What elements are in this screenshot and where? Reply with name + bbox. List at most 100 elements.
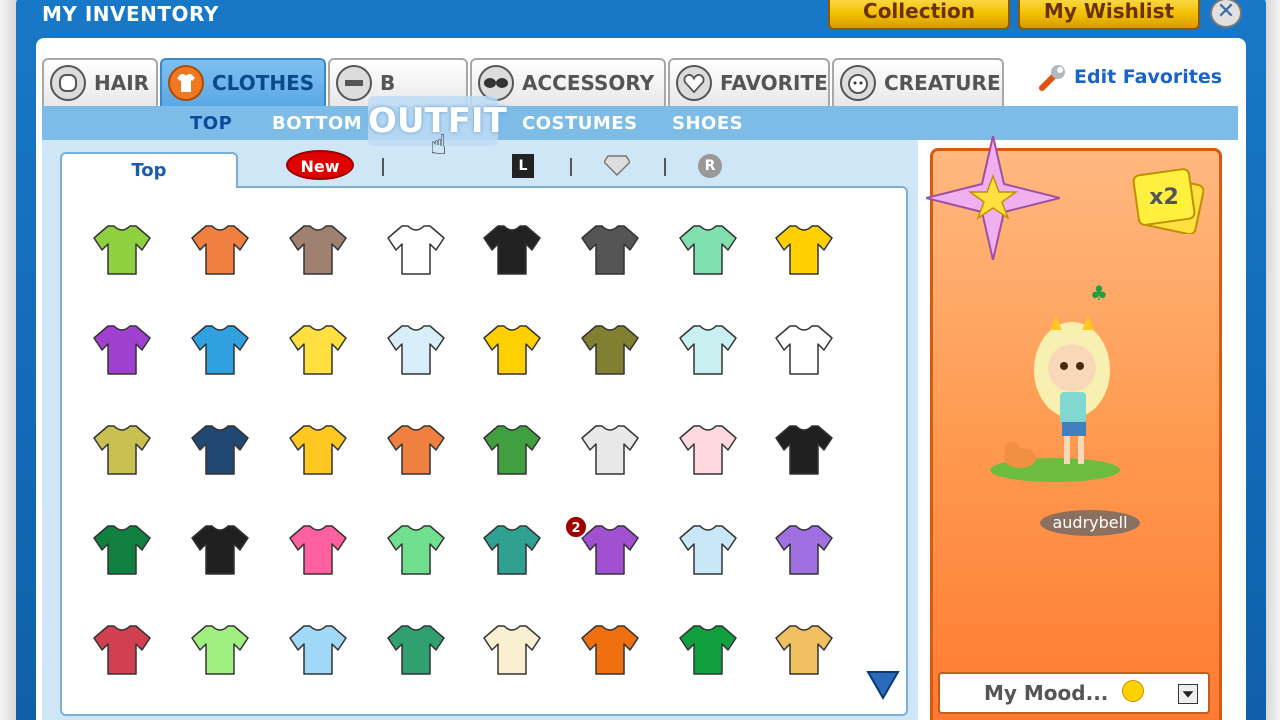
new-filter-badge[interactable]: New (286, 150, 354, 180)
multiplier-badge: x2 (1132, 168, 1205, 236)
clothing-item[interactable] (384, 518, 448, 578)
tab-clothes[interactable]: CLOTHES (160, 58, 326, 106)
shirt-icon (168, 65, 204, 101)
mood-select[interactable]: My Mood... (938, 672, 1210, 714)
wishlist-button[interactable]: My Wishlist (1018, 0, 1200, 30)
clothing-item[interactable] (90, 618, 154, 678)
shirt-icon (483, 525, 541, 575)
clothing-item[interactable] (772, 518, 836, 578)
clothing-item[interactable] (676, 418, 740, 478)
clothing-item[interactable] (676, 218, 740, 278)
clothing-item[interactable] (676, 318, 740, 378)
tab-label: FAVORITE (720, 71, 828, 95)
wrench-icon (1039, 65, 1065, 91)
shirt-icon (775, 625, 833, 675)
shirt-icon (93, 625, 151, 675)
edit-favorites-link[interactable]: Edit Favorites (1038, 62, 1222, 92)
subtab-bottom[interactable]: BOTTOM (272, 113, 362, 134)
shirt-icon (581, 325, 639, 375)
clothing-item[interactable] (90, 218, 154, 278)
shirt-icon (581, 425, 639, 475)
multiplier-label: x2 (1149, 185, 1179, 210)
hand-cursor-icon: ☝ (430, 128, 448, 161)
clothing-item[interactable] (480, 218, 544, 278)
clothing-item[interactable] (578, 218, 642, 278)
clothing-item[interactable] (188, 618, 252, 678)
clothing-item[interactable] (286, 618, 350, 678)
filter-separator (382, 158, 384, 176)
clothing-item[interactable] (480, 418, 544, 478)
shirt-icon (775, 425, 833, 475)
avatar-figure: ♣ (990, 281, 1120, 482)
filter-r[interactable]: R (698, 154, 722, 178)
clothing-item[interactable] (286, 218, 350, 278)
collection-button[interactable]: Collection (828, 0, 1010, 30)
right-frame (1266, 0, 1280, 720)
tab-hair[interactable]: HAIR (42, 58, 158, 106)
clothing-item[interactable] (384, 218, 448, 278)
clothing-item[interactable] (676, 618, 740, 678)
clothing-item[interactable] (384, 318, 448, 378)
smiley-icon (1122, 680, 1144, 702)
clothing-item[interactable] (578, 418, 642, 478)
clothing-item[interactable] (384, 618, 448, 678)
shirt-icon (581, 225, 639, 275)
clothing-item[interactable] (772, 318, 836, 378)
clothing-item[interactable] (188, 218, 252, 278)
clothing-item[interactable] (286, 518, 350, 578)
avatar-name: audrybell (1040, 510, 1140, 536)
clothing-item[interactable] (384, 418, 448, 478)
clothing-item[interactable] (188, 418, 252, 478)
panel-tab-top[interactable]: Top (60, 152, 238, 188)
clothing-item[interactable] (286, 318, 350, 378)
subtab-costumes[interactable]: COSTUMES (522, 113, 638, 134)
clothing-item[interactable] (480, 518, 544, 578)
tab-favorite[interactable]: FAVORITE (668, 58, 830, 106)
shirt-icon (93, 425, 151, 475)
clothing-item[interactable] (286, 418, 350, 478)
dropdown-arrow-icon[interactable] (1178, 684, 1198, 704)
clothing-item[interactable] (578, 618, 642, 678)
clothing-item[interactable] (676, 518, 740, 578)
shirt-icon (581, 625, 639, 675)
clothing-item[interactable] (772, 218, 836, 278)
edit-favorites-label: Edit Favorites (1074, 66, 1223, 88)
diamond-icon[interactable] (604, 154, 630, 176)
filter-l[interactable]: L (512, 154, 534, 178)
body-icon (336, 65, 372, 101)
shirt-icon (191, 325, 249, 375)
clothing-item[interactable] (188, 518, 252, 578)
clothing-item[interactable] (90, 318, 154, 378)
clothing-item[interactable] (772, 418, 836, 478)
shirt-icon (679, 425, 737, 475)
star-badge-icon (926, 136, 1060, 260)
scroll-down-arrow-icon[interactable] (866, 668, 900, 700)
shirt-icon (483, 425, 541, 475)
shirt-icon (387, 525, 445, 575)
quantity-badge: 2 (564, 515, 588, 539)
creature-icon (840, 65, 876, 101)
shirt-icon (289, 225, 347, 275)
clothing-item[interactable] (480, 318, 544, 378)
shirt-icon (289, 525, 347, 575)
shirt-icon (483, 325, 541, 375)
shirt-icon (387, 325, 445, 375)
clothing-item[interactable] (772, 618, 836, 678)
clothing-item[interactable] (90, 418, 154, 478)
shirt-icon (387, 425, 445, 475)
shirt-icon (191, 525, 249, 575)
shirt-icon (679, 225, 737, 275)
clothing-item[interactable] (480, 618, 544, 678)
shirt-icon (679, 525, 737, 575)
subtab-top[interactable]: TOP (190, 113, 232, 134)
left-frame (0, 0, 16, 720)
tab-label: ACCESSORY (522, 71, 655, 95)
clothing-item[interactable] (578, 318, 642, 378)
clothing-item[interactable] (188, 318, 252, 378)
tab-accessory[interactable]: ACCESSORY (470, 58, 666, 106)
tab-creature[interactable]: CREATURE (832, 58, 1004, 106)
shirt-icon (387, 625, 445, 675)
shirt-icon (93, 325, 151, 375)
subtab-shoes[interactable]: SHOES (672, 113, 743, 134)
clothing-item[interactable] (90, 518, 154, 578)
